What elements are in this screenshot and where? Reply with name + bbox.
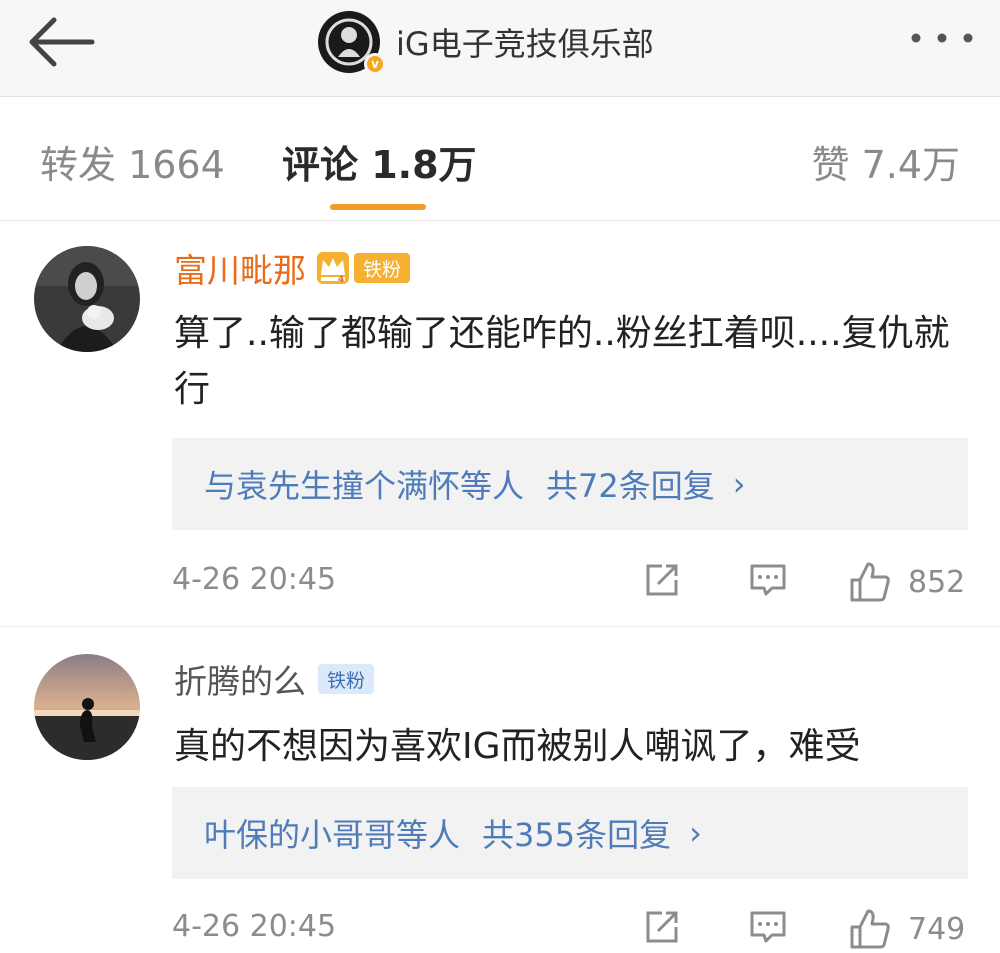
- fan-badge: 铁粉: [318, 664, 375, 694]
- like-count: 852: [908, 564, 966, 600]
- comment-header: 折腾的么 铁粉: [174, 655, 375, 703]
- comment-meta: 4-26 20:45 749: [172, 903, 972, 953]
- like-icon: [850, 909, 890, 949]
- tab-reposts[interactable]: 转发 1664: [40, 134, 225, 189]
- share-button[interactable]: [642, 907, 682, 951]
- comment-item: 折腾的么 铁粉 真的不想因为喜欢IG而被别人嘲讽了，难受 叶保的小哥哥等人 共3…: [0, 627, 1000, 953]
- share-icon: [646, 564, 678, 596]
- tab-likes[interactable]: 赞 7.4万: [811, 134, 960, 189]
- svg-text:4: 4: [338, 275, 344, 285]
- back-button[interactable]: [22, 14, 100, 70]
- crown-icon: 4: [317, 252, 349, 285]
- share-icon: [646, 911, 678, 943]
- avatar[interactable]: [34, 246, 140, 352]
- comment-button[interactable]: [748, 560, 788, 604]
- avatar[interactable]: [34, 654, 140, 760]
- top-bar: v iG电子竞技俱乐部: [0, 0, 1000, 97]
- tab-bar: 转发 1664 评论 1.8万 赞 7.4万: [0, 96, 1000, 221]
- comment-header: 富川毗那 4 铁粉: [174, 244, 411, 292]
- more-button[interactable]: [902, 20, 982, 56]
- comment-text: 真的不想因为喜欢IG而被别人嘲讽了，难受: [174, 726, 861, 767]
- fan-badge: 铁粉: [354, 253, 411, 283]
- reply-users: 叶保的小哥哥等人: [204, 816, 461, 854]
- back-arrow-icon: [29, 17, 95, 67]
- timestamp: 4-26 20:45: [172, 909, 337, 944]
- comment-item: 富川毗那 4 铁粉 算了..输了都输了还能咋的..粉丝扛着呗....复仇就行 与…: [0, 222, 1000, 627]
- header-title-group[interactable]: v iG电子竞技俱乐部: [318, 10, 654, 75]
- more-icon: [911, 33, 973, 43]
- reply-count: 共355条回复: [482, 816, 672, 854]
- like-count: 749: [908, 911, 966, 947]
- verified-badge: v: [364, 53, 386, 75]
- like-icon: [850, 562, 890, 602]
- comment-icon: [750, 564, 786, 596]
- like-button[interactable]: 749: [848, 907, 965, 951]
- tab-comments[interactable]: 评论 1.8万: [282, 134, 477, 189]
- replies-preview[interactable]: 与袁先生撞个满怀等人 共72条回复 ›: [172, 438, 968, 530]
- comment-icon: [750, 911, 786, 943]
- page-title: iG电子竞技俱乐部: [396, 25, 654, 63]
- username[interactable]: 富川毗那: [174, 244, 306, 292]
- replies-preview[interactable]: 叶保的小哥哥等人 共355条回复 ›: [172, 787, 968, 879]
- comment-text: 算了..输了都输了还能咋的..粉丝扛着呗....复仇就行: [174, 313, 950, 410]
- chevron-right-icon: ›: [732, 465, 746, 503]
- club-logo: v: [318, 11, 386, 75]
- chevron-right-icon: ›: [689, 814, 702, 852]
- timestamp: 4-26 20:45: [172, 562, 337, 597]
- reply-count: 共72条回复: [546, 467, 715, 505]
- username[interactable]: 折腾的么: [174, 655, 306, 703]
- like-button[interactable]: 852: [848, 560, 965, 604]
- active-tab-indicator: [330, 204, 426, 210]
- reply-users: 与袁先生撞个满怀等人: [204, 467, 525, 505]
- comment-button[interactable]: [748, 907, 788, 951]
- share-button[interactable]: [642, 560, 682, 604]
- comment-meta: 4-26 20:45 852: [172, 556, 972, 606]
